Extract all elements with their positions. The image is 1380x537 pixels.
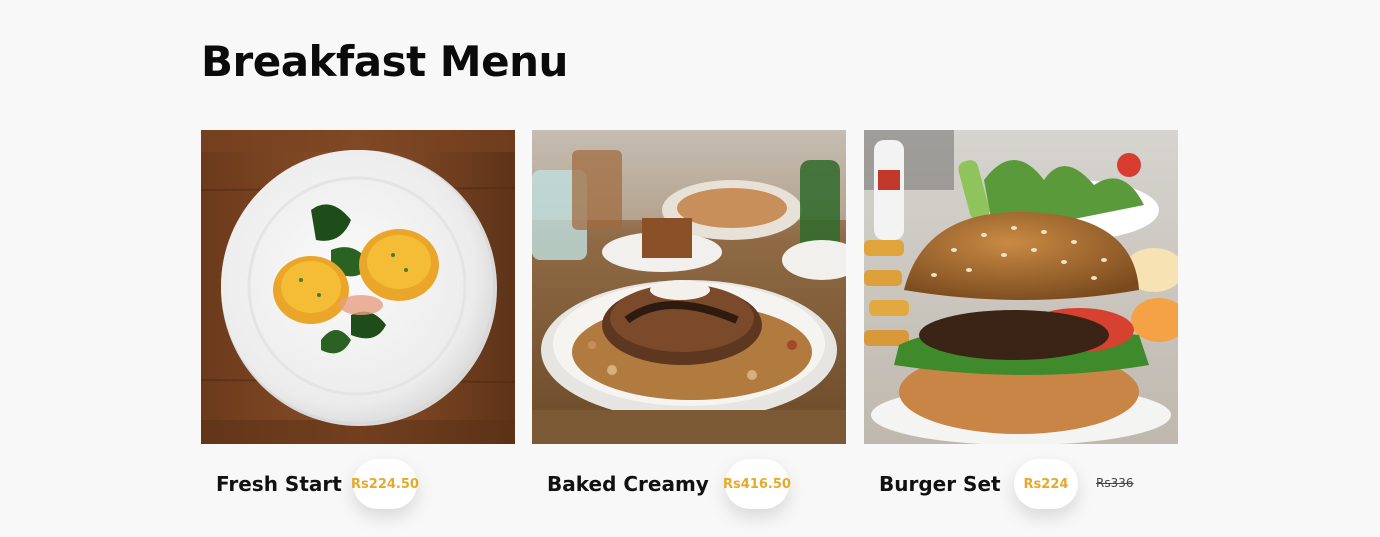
eggs-benedict-plate-photo (201, 130, 515, 444)
menu-item-name: Burger Set (879, 472, 1001, 496)
menu-item-image-burger-set[interactable] (864, 130, 1178, 444)
menu-item-name: Baked Creamy (547, 472, 709, 496)
page-title: Breakfast Menu (201, 37, 568, 86)
price-badge: Rs224.50 (351, 459, 419, 509)
sesame-burger-fries-photo (864, 130, 1178, 444)
menu-item-image-baked-creamy[interactable] (532, 130, 846, 444)
pancakes-granola-plate-photo (532, 130, 846, 444)
menu-card-baked-creamy[interactable]: Baked Creamy Rs416.50 (532, 130, 846, 520)
menu-item-image-fresh-start[interactable] (201, 130, 515, 444)
price-badge: Rs224 (1014, 459, 1078, 509)
menu-item-name: Fresh Start (216, 472, 342, 496)
menu-card-burger-set[interactable]: Burger Set Rs224 Rs336 (864, 130, 1178, 520)
menu-card-fresh-start[interactable]: Fresh Start Rs224.50 (201, 130, 515, 520)
price-badge: Rs416.50 (723, 459, 791, 509)
old-price: Rs336 (1096, 476, 1134, 490)
